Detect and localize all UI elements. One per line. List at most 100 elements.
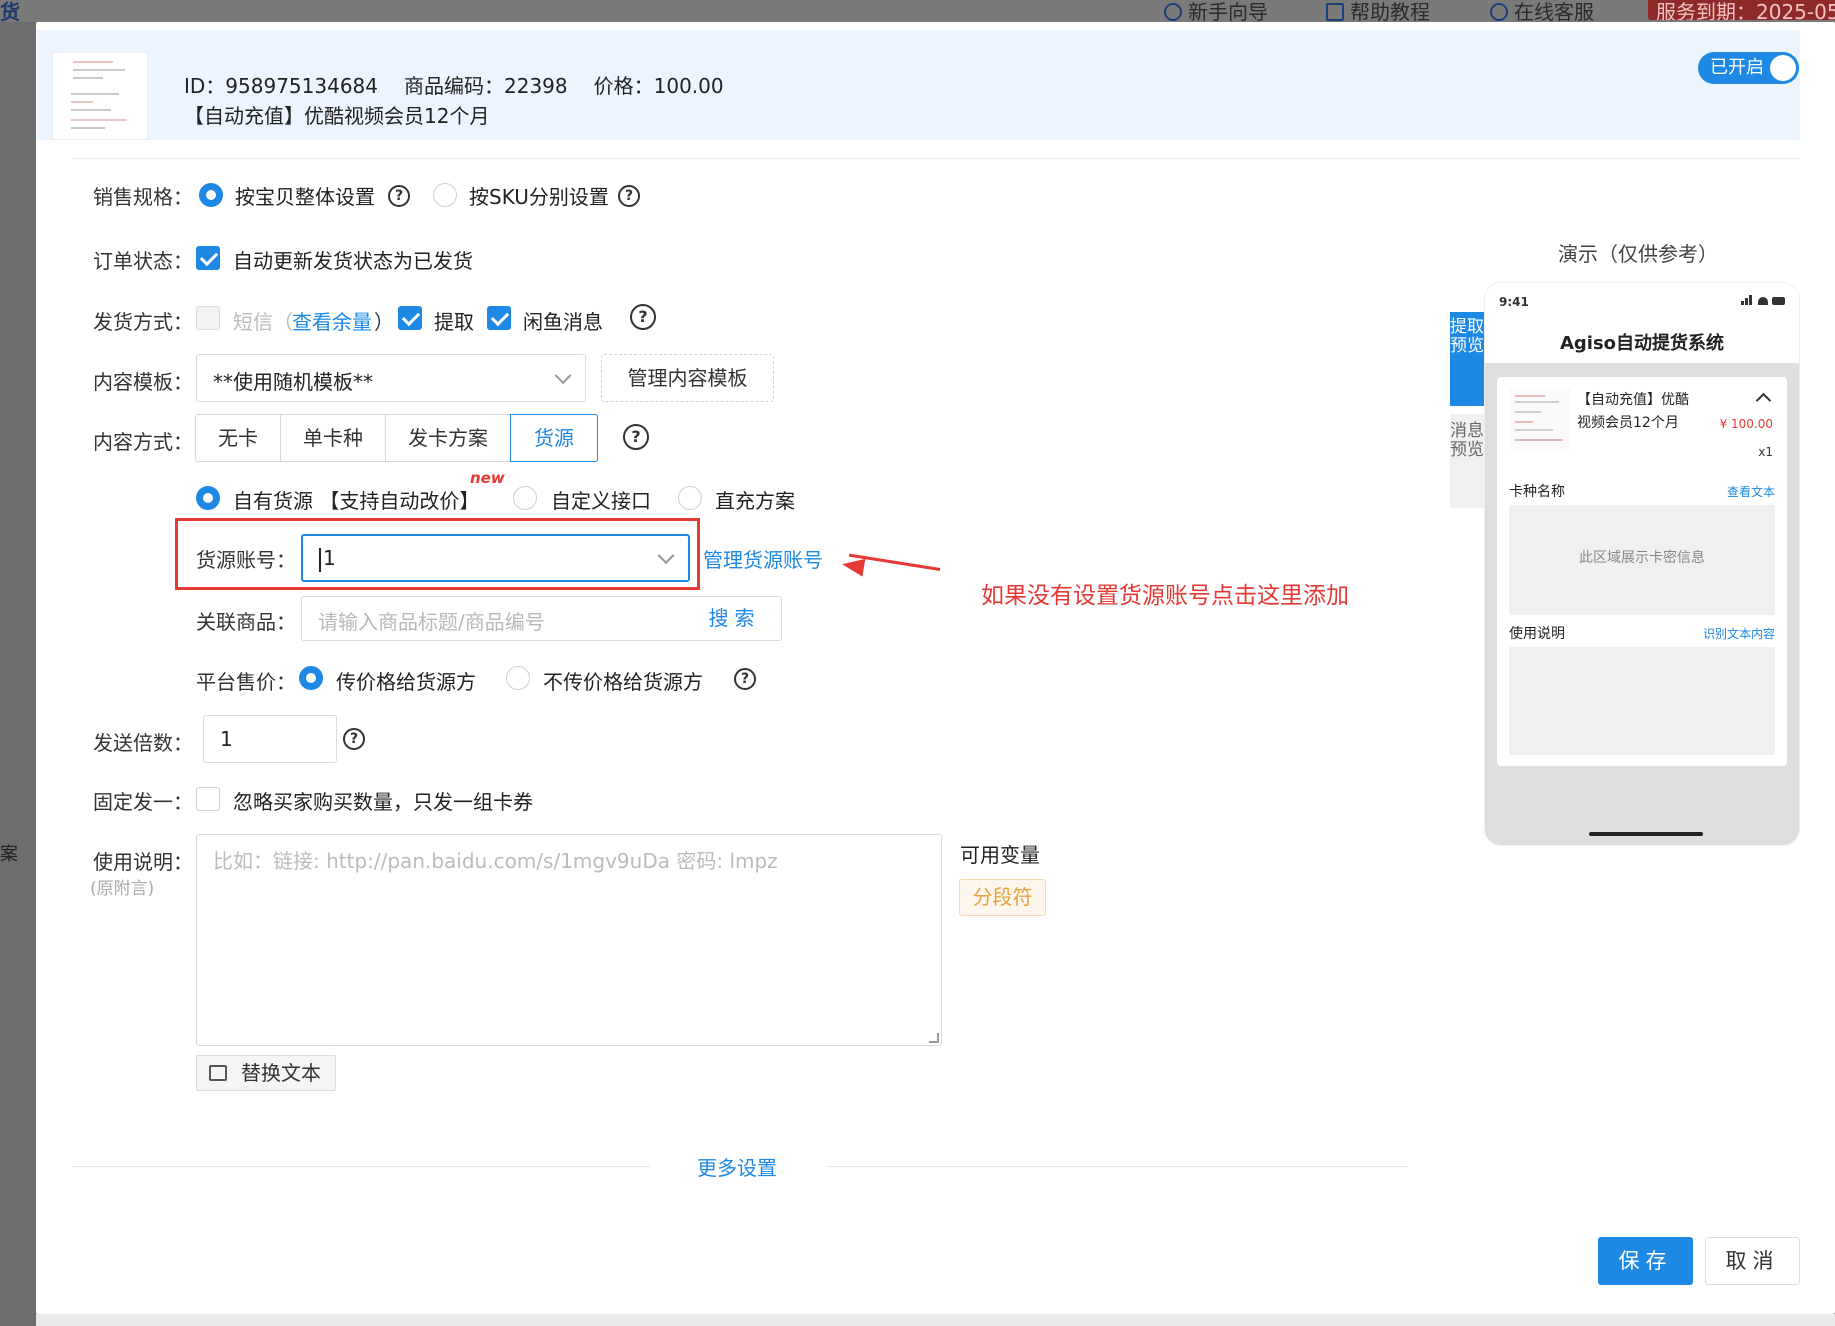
auto-ship-label[interactable]: 自动更新发货状态为已发货 [233,245,473,274]
background-side-char-2: 案 [0,844,18,865]
radio-by-sku-label[interactable]: 按SKU分别设置 [469,181,609,210]
sms-paren-open: （ [273,310,293,334]
replace-icon [209,1065,227,1081]
service-expire-badge: 服务到期：2025-05 [1648,0,1835,20]
multiplier-input[interactable]: 1 [203,715,337,763]
tab-no-card[interactable]: 无卡 [195,414,281,462]
sms-paren-close: ） [374,310,394,334]
variables-label: 可用变量 [960,843,1040,867]
tab-source[interactable]: 货源 [510,414,598,462]
instructions-label: 使用说明： [93,850,193,874]
help-icon[interactable]: ? [343,728,365,750]
preview-qty: x1 [1758,445,1773,459]
content-mode-label: 内容方式： [93,430,193,454]
tab-message-preview[interactable]: 消息预览 [1450,414,1484,508]
help-circle-icon [1164,3,1182,21]
phone-status-icons [1741,295,1785,305]
divider-left [72,1166,650,1167]
fixed-one-label: 固定发一： [93,790,193,814]
radio-pass-price-label[interactable]: 传价格给货源方 [336,666,476,695]
save-button[interactable]: 保存 [1598,1237,1693,1285]
xianyu-checkbox[interactable] [487,306,511,330]
platform-price-label: 平台售价： [196,670,296,694]
radio-by-sku[interactable] [433,183,457,207]
tab-pickup-preview[interactable]: 提取预览 [1450,312,1484,406]
template-select[interactable]: **使用随机模板** [196,354,586,402]
template-value: **使用随机模板** [213,370,373,394]
delivery-label: 发货方式： [93,310,193,334]
help-icon[interactable]: ? [630,304,656,330]
content-mode-tabs: 无卡 单卡种 发卡方案 货源 [195,414,598,462]
chevron-down-icon [657,547,675,565]
fixed-one-checkbox[interactable] [196,787,220,811]
enable-toggle[interactable]: 已开启 [1698,52,1799,84]
preview-card: 【自动充值】优酷视频会员12个月 ¥ 100.00 x1 卡种名称 查看文本 此… [1497,377,1787,766]
recognize-text-link[interactable]: 识别文本内容 [1703,625,1775,642]
radio-direct-plan[interactable] [678,486,702,510]
chevron-up-icon[interactable] [1755,392,1772,409]
annotation-arrow-head [840,555,866,577]
source-account-select[interactable]: 1 [301,534,690,582]
radio-pass-price[interactable] [299,666,323,690]
check-balance-link[interactable]: 查看余量 [292,306,372,335]
annotation-text: 如果没有设置货源账号点击这里添加 [981,583,1349,609]
divider-right [827,1166,1407,1167]
help-icon[interactable]: ? [388,185,410,207]
cancel-button[interactable]: 取消 [1705,1237,1800,1285]
sms-label: 短信 [233,310,273,334]
product-title: 【自动充值】优酷视频会员12个月 [184,104,490,128]
auto-ship-checkbox[interactable] [196,246,220,270]
product-id: ID：958975134684 [184,74,378,98]
preview-product-thumbnail [1509,389,1571,449]
radio-whole-item-label[interactable]: 按宝贝整体设置 [235,181,375,210]
card-info-placeholder: 此区域展示卡密信息 [1579,550,1705,566]
variable-tag-separator[interactable]: 分段符 [959,879,1046,916]
home-indicator [1589,832,1703,836]
replace-text-button[interactable]: 替换文本 [196,1055,336,1091]
more-settings-link[interactable]: 更多设置 [697,1152,777,1181]
header-divider [72,158,1800,159]
source-account-label: 货源账号： [196,548,296,572]
search-button[interactable]: 搜索 [688,596,782,641]
help-icon[interactable]: ? [618,185,640,207]
new-badge: new [470,469,505,487]
card-info-area: 此区域展示卡密信息 [1509,505,1775,615]
radio-custom-api-label[interactable]: 自定义接口 [551,485,651,514]
headset-icon [1490,3,1508,21]
linked-goods-input[interactable]: 请输入商品标题/商品编号 [301,596,689,641]
radio-whole-item[interactable] [199,183,223,207]
phone-time: 9:41 [1499,295,1529,309]
product-thumbnail [52,52,148,140]
manage-template-button[interactable]: 管理内容模板 [601,354,774,402]
radio-custom-api[interactable] [513,486,537,510]
pickup-label[interactable]: 提取 [434,306,474,335]
radio-direct-plan-label[interactable]: 直充方案 [715,485,795,514]
chevron-down-icon [554,367,572,385]
view-text-link[interactable]: 查看文本 [1727,483,1775,500]
resize-handle[interactable] [929,1033,939,1043]
radio-no-pass-price-label[interactable]: 不传价格给货源方 [543,666,703,695]
fixed-one-checkbox-label[interactable]: 忽略买家购买数量，只发一组卡券 [233,786,533,815]
product-price: 价格：100.00 [593,74,724,98]
product-code: 商品编码：22398 [404,74,568,98]
help-icon[interactable]: ? [623,424,649,450]
pickup-checkbox[interactable] [398,306,422,330]
multiplier-label: 发送倍数： [93,731,193,755]
help-icon[interactable]: ? [734,668,756,690]
tab-card-plan[interactable]: 发卡方案 [385,414,511,462]
radio-own-source-label[interactable]: 自有货源 【支持自动改价】 [233,485,479,514]
template-label: 内容模板： [93,370,193,394]
radio-no-pass-price[interactable] [506,666,530,690]
manage-source-account-link[interactable]: 管理货源账号 [703,544,823,573]
xianyu-label[interactable]: 闲鱼消息 [523,306,603,335]
background-side-char: 货 [0,0,20,24]
preview-title: 演示（仅供参考） [1558,242,1718,266]
instructions-textarea[interactable]: 比如：链接: http://pan.baidu.com/s/1mgv9uDa 密… [196,834,942,1046]
toggle-knob [1770,55,1796,81]
app-title: Agiso自动提货系统 [1559,333,1725,354]
tab-single-card[interactable]: 单卡种 [280,414,386,462]
instructions-sublabel: (原附言) [90,879,155,899]
radio-own-source[interactable] [196,486,220,510]
card-name-label: 卡种名称 [1509,484,1565,500]
preview-product-name: 【自动充值】优酷视频会员12个月 [1577,392,1689,431]
